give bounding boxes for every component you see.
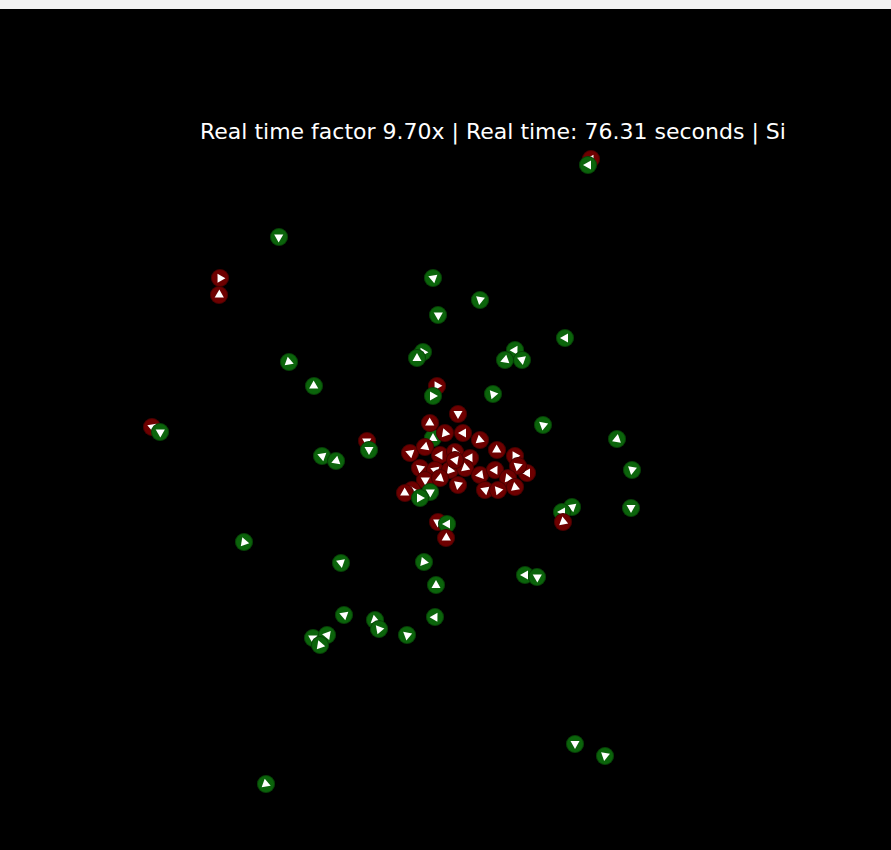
heading-arrow-icon (335, 606, 353, 624)
heading-arrow-icon (437, 529, 455, 547)
heading-arrow-icon (398, 626, 416, 644)
heading-arrow-icon (623, 461, 641, 479)
heading-arrow-icon (427, 576, 445, 594)
heading-arrow-icon (280, 353, 298, 371)
agent (454, 424, 472, 442)
heading-arrow-icon (257, 775, 275, 793)
agent (489, 481, 507, 499)
agent (280, 353, 298, 371)
agent (429, 306, 447, 324)
heading-arrow-icon (454, 424, 472, 442)
agent (424, 269, 442, 287)
agent (566, 735, 584, 753)
agent (528, 568, 546, 586)
agent (411, 489, 429, 507)
heading-arrow-icon (408, 349, 426, 367)
heading-arrow-icon (311, 636, 329, 654)
heading-arrow-icon (151, 423, 169, 441)
agent (151, 423, 169, 441)
agent (210, 286, 228, 304)
agent (335, 606, 353, 624)
agent (484, 385, 502, 403)
heading-arrow-icon (484, 385, 502, 403)
heading-arrow-icon (449, 405, 467, 423)
heading-arrow-icon (360, 441, 378, 459)
agent (554, 513, 572, 531)
heading-arrow-icon (506, 478, 524, 496)
heading-arrow-icon (528, 568, 546, 586)
agent (427, 576, 445, 594)
agent (327, 452, 345, 470)
agent (424, 387, 442, 405)
agent (415, 553, 433, 571)
agent (270, 228, 288, 246)
agent (437, 529, 455, 547)
heading-arrow-icon (424, 269, 442, 287)
heading-arrow-icon (429, 306, 447, 324)
heading-arrow-icon (210, 286, 228, 304)
heading-arrow-icon (436, 424, 454, 442)
heading-arrow-icon (370, 620, 388, 638)
heading-arrow-icon (534, 416, 552, 434)
agent (398, 626, 416, 644)
agent (235, 533, 253, 551)
heading-arrow-icon (513, 351, 531, 369)
agent (408, 349, 426, 367)
heading-arrow-icon (426, 608, 444, 626)
agent (436, 424, 454, 442)
heading-arrow-icon (327, 452, 345, 470)
agent (449, 405, 467, 423)
top-strip (0, 0, 891, 9)
heading-arrow-icon (211, 269, 229, 287)
heading-arrow-icon (305, 377, 323, 395)
heading-arrow-icon (608, 430, 626, 448)
agent (426, 608, 444, 626)
heading-arrow-icon (411, 489, 429, 507)
agent (596, 747, 614, 765)
heading-arrow-icon (488, 441, 506, 459)
heading-arrow-icon (579, 156, 597, 174)
agent (556, 329, 574, 347)
status-text: Real time factor 9.70x | Real time: 76.3… (200, 119, 891, 145)
simulation-view: Real time factor 9.70x | Real time: 76.3… (0, 0, 891, 850)
heading-arrow-icon (471, 291, 489, 309)
agent (513, 351, 531, 369)
agent (360, 441, 378, 459)
agent (211, 269, 229, 287)
heading-arrow-icon (566, 735, 584, 753)
heading-arrow-icon (424, 387, 442, 405)
agent (471, 291, 489, 309)
agent (446, 451, 464, 469)
heading-arrow-icon (556, 329, 574, 347)
heading-arrow-icon (554, 513, 572, 531)
agent (496, 351, 514, 369)
agent (488, 441, 506, 459)
agent (623, 461, 641, 479)
agent (332, 554, 350, 572)
agent (305, 377, 323, 395)
heading-arrow-icon (622, 499, 640, 517)
heading-arrow-icon (332, 554, 350, 572)
agent (608, 430, 626, 448)
heading-arrow-icon (415, 553, 433, 571)
heading-arrow-icon (446, 451, 464, 469)
agent (471, 431, 489, 449)
heading-arrow-icon (471, 431, 489, 449)
heading-arrow-icon (496, 351, 514, 369)
agent (370, 620, 388, 638)
heading-arrow-icon (489, 481, 507, 499)
agent (534, 416, 552, 434)
heading-arrow-icon (596, 747, 614, 765)
heading-arrow-icon (270, 228, 288, 246)
agent (257, 775, 275, 793)
agent (579, 156, 597, 174)
agent (622, 499, 640, 517)
heading-arrow-icon (235, 533, 253, 551)
agent (506, 478, 524, 496)
heading-arrow-icon (449, 476, 467, 494)
agent (311, 636, 329, 654)
agent (449, 476, 467, 494)
